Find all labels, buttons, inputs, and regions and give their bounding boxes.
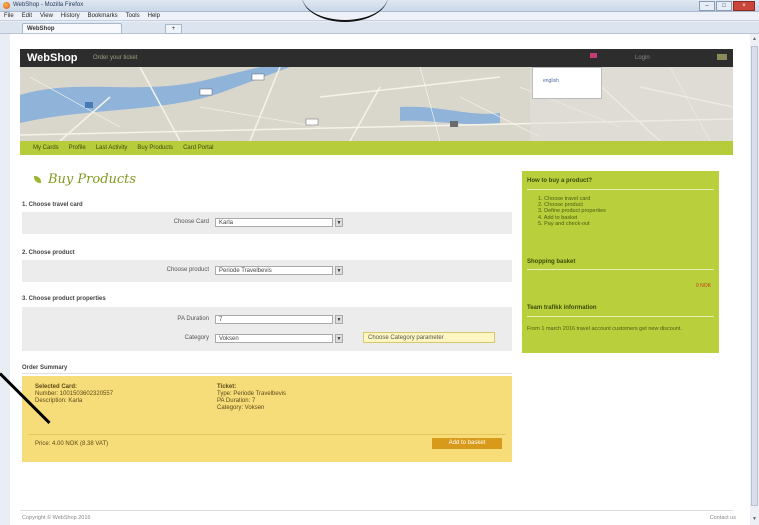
language-label: english [543,78,559,84]
howto-title: How to buy a product? [527,178,592,184]
ticket-duration: PA Duration: 7 [217,398,256,404]
sidebar-rule [527,269,714,270]
menu-bar: File Edit View History Bookmarks Tools H… [0,12,759,21]
firefox-icon [3,2,10,9]
choose-product-label: Choose product [166,267,209,273]
choose-card-select[interactable]: Karla [215,218,333,227]
menu-bookmarks[interactable]: Bookmarks [88,12,118,20]
menu-history[interactable]: History [61,12,80,20]
step3-label: 3. Choose product properties [22,296,106,302]
howto-step: 5. Pay and check-out [538,220,590,227]
menu-view[interactable]: View [40,12,53,20]
login-label[interactable]: Login [635,55,650,61]
info-text: From 1 march 2016 travel account custome… [527,326,682,332]
nav-buy-products[interactable]: Buy Products [137,141,173,155]
category-label: Category [184,335,209,341]
step1-row: Choose Card Karla ▼ [22,212,512,234]
menu-edit[interactable]: Edit [22,12,32,20]
ticket-type: Type: Periode Travelbevis [217,391,287,397]
step3-row: PA Duration 7 ▼ Category Voksen ▼ [22,307,512,351]
login-button[interactable] [717,54,727,60]
help-sidebar: How to buy a product? 1. Choose travel c… [522,171,719,353]
minimize-button[interactable]: – [699,1,715,11]
leaf-icon [34,176,41,183]
site-header: WebShop Order your ticket Login [20,49,733,67]
scroll-up-icon[interactable]: ▲ [751,36,758,43]
close-button[interactable]: × [733,1,755,11]
card-number: Number: 1001503602320557 [35,391,114,397]
maximize-button[interactable]: □ [716,1,732,11]
basket-total-link[interactable]: 0 NOK [696,283,711,289]
nav-card-portal[interactable]: Card Portal [183,141,213,155]
category-select[interactable]: Voksen [215,334,333,343]
menu-tools[interactable]: Tools [126,12,140,20]
order-summary-panel: Selected Card: Number: 1001503602320557 … [22,376,512,462]
choose-card-label: Choose Card [173,219,209,225]
card-description: Description: Karla [35,398,83,404]
summary-inner-divider [28,434,506,435]
step1-label: 1. Choose travel card [22,202,83,208]
menu-file[interactable]: File [4,12,14,20]
pa-duration-label: PA Duration [177,316,209,322]
info-title: Team trafikk information [527,305,597,311]
tab-bar: WebShop + [0,22,759,34]
language-flag-icon[interactable] [590,53,597,58]
page-title: Buy Products [34,172,136,187]
choose-product-select[interactable]: Periode Travelbevis [215,266,333,275]
tab-webshop[interactable]: WebShop [22,23,122,33]
window-title: WebShop - Mozilla Firefox [13,2,84,8]
selected-card-header: Selected Card: [35,384,78,390]
footer-contact-link[interactable]: Contact us [710,515,736,521]
sidebar-rule [527,189,714,190]
footer-divider [20,510,733,511]
map-banner: english [20,67,733,141]
summary-divider [22,373,512,374]
site-logo[interactable]: WebShop [27,52,78,64]
language-select[interactable]: english [532,67,602,99]
web-page: WebShop Order your ticket Login english … [10,34,750,525]
chevron-down-icon[interactable]: ▼ [335,266,343,275]
nav-last-activity[interactable]: Last Activity [96,141,128,155]
order-summary-title: Order Summary [22,365,68,371]
chevron-down-icon[interactable]: ▼ [335,334,343,343]
step2-label: 2. Choose product [22,250,75,256]
add-to-basket-button[interactable]: Add to basket [432,438,502,449]
scroll-thumb[interactable] [751,46,758,506]
step2-row: Choose product Periode Travelbevis ▼ [22,260,512,282]
sidebar-rule [527,316,714,317]
ticket-category: Category: Voksen [217,405,265,411]
price-text: Price: 4.00 NOK (8.38 VAT) [35,441,109,447]
nav-profile[interactable]: Profile [69,141,86,155]
main-nav: My Cards Profile Last Activity Buy Produ… [20,141,733,155]
new-tab-button[interactable]: + [165,24,182,34]
nav-my-cards[interactable]: My Cards [33,141,59,155]
pa-duration-select[interactable]: 7 [215,315,333,324]
ticket-header: Ticket: [217,384,237,390]
category-hint: Choose Category parameter [363,332,495,343]
page-scrollbar[interactable]: ▲ ▼ [749,34,759,525]
site-tagline: Order your ticket [93,55,138,61]
scroll-down-icon[interactable]: ▼ [751,516,758,523]
chevron-down-icon[interactable]: ▼ [335,218,343,227]
city-map-image [20,67,733,141]
howto-steps: 1. Choose travel card 2. Choose product … [538,196,606,227]
menu-help[interactable]: Help [148,12,160,20]
footer-copyright: Copyright © WebShop 2016 [22,515,91,521]
basket-title: Shopping basket [527,259,576,265]
chevron-down-icon[interactable]: ▼ [335,315,343,324]
howto-step: 3. Define product properties [538,208,606,215]
